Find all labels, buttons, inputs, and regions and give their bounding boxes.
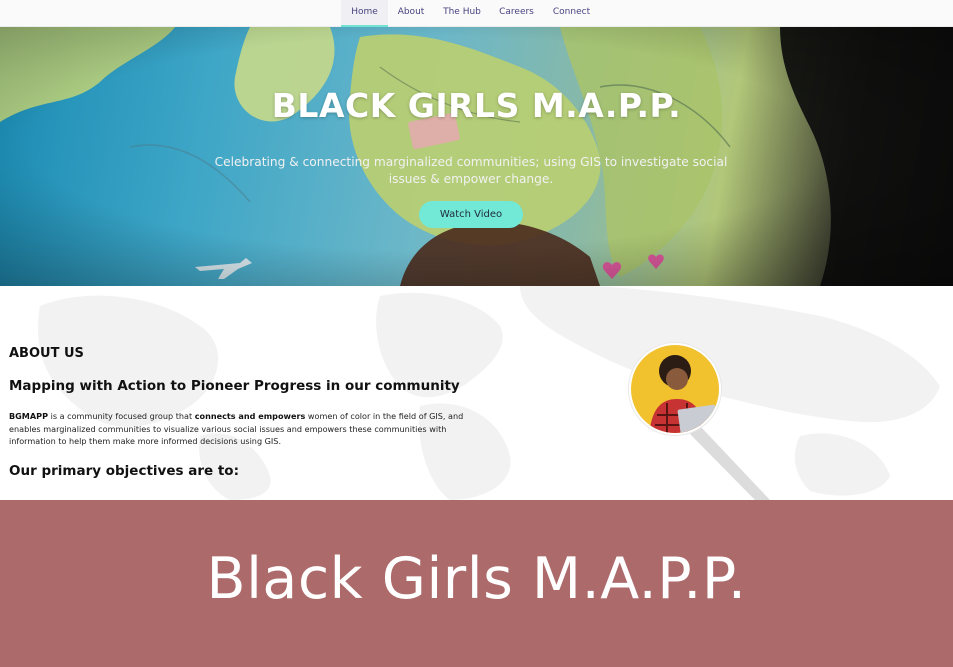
about-paragraph: BGMAPP is a community focused group that… [9, 410, 479, 448]
nav-the-hub[interactable]: The Hub [437, 0, 487, 27]
about-tagline: Mapping with Action to Pioneer Progress … [9, 378, 460, 394]
about-heading: ABOUT US [9, 346, 84, 361]
about-bold-bgmapp: BGMAPP [9, 411, 48, 421]
nav-careers[interactable]: Careers [492, 0, 541, 27]
about-section: ABOUT US Mapping with Action to Pioneer … [0, 286, 953, 500]
nav-connect[interactable]: Connect [545, 0, 598, 27]
hero-title: BLACK GIRLS M.A.P.P. [271, 86, 682, 125]
banner-title: Black Girls M.A.P.P. [206, 546, 747, 612]
woman-with-laptop-image [631, 345, 719, 433]
top-nav: Home About The Hub Careers Connect [0, 0, 953, 27]
title-banner: Black Girls M.A.P.P. [0, 500, 953, 667]
nav-home[interactable]: Home [341, 0, 388, 27]
objectives-heading: Our primary objectives are to: [9, 463, 239, 479]
nav-about[interactable]: About [390, 0, 432, 27]
about-text-1: is a community focused group that [48, 411, 195, 421]
hero-section: BLACK GIRLS M.A.P.P. Celebrating & conne… [0, 27, 953, 286]
hero-subtitle: Celebrating & connecting marginalized co… [214, 155, 728, 186]
watch-video-button[interactable]: Watch Video [419, 201, 523, 228]
avatar [629, 343, 721, 435]
about-bold-connects: connects and empowers [194, 411, 306, 421]
